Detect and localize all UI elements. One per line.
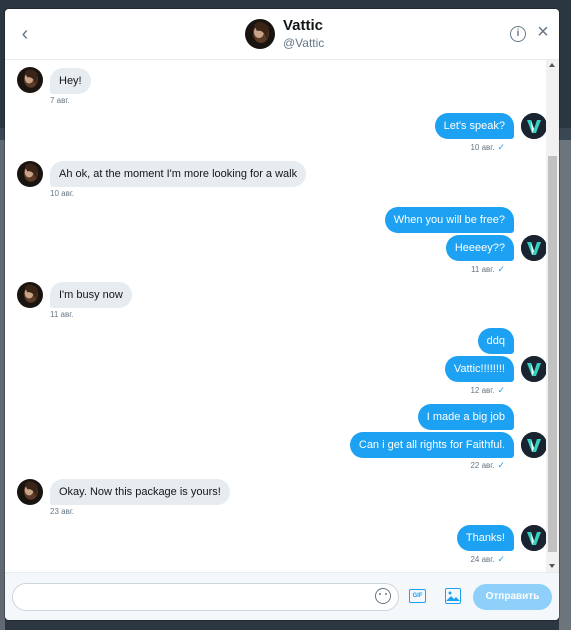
message-timestamp: 11 авг.	[50, 310, 74, 319]
message-timestamp: 10 авг.	[50, 189, 74, 198]
incoming-message[interactable]: Ah ok, at the moment I'm more looking fo…	[50, 161, 307, 187]
own-avatar[interactable]	[521, 356, 546, 382]
outgoing-message[interactable]: I made a big job	[417, 404, 514, 430]
own-avatar[interactable]	[521, 235, 546, 261]
contact-message-avatar[interactable]	[17, 67, 43, 93]
emoji-icon[interactable]	[375, 588, 391, 604]
message-list-scrollbar[interactable]	[546, 60, 559, 572]
message-timestamp: 11 авг. ✓	[471, 264, 505, 274]
own-avatar[interactable]	[521, 113, 546, 139]
own-avatar[interactable]	[521, 432, 546, 458]
image-icon[interactable]	[445, 588, 461, 604]
scrollbar-thumb[interactable]	[548, 156, 557, 552]
outgoing-message[interactable]: Can i get all rights for Faithful.	[349, 432, 514, 458]
close-icon[interactable]: ×	[533, 22, 553, 42]
message-timestamp: 10 авг. ✓	[470, 142, 505, 152]
contact-handle: @Vattic	[283, 36, 325, 50]
incoming-message[interactable]: Hey!	[50, 68, 91, 94]
outgoing-message[interactable]: Thanks!	[456, 525, 514, 551]
message-input[interactable]	[12, 583, 399, 611]
scroll-up-arrow-icon[interactable]	[549, 63, 555, 67]
contact-message-avatar[interactable]	[17, 161, 43, 187]
contact-message-avatar[interactable]	[17, 479, 43, 505]
contact-name: Vattic	[283, 17, 324, 34]
message-timestamp: 23 авг.	[50, 507, 74, 516]
scroll-down-arrow-icon[interactable]	[549, 564, 555, 568]
message-timestamp: 12 авг. ✓	[470, 385, 505, 395]
own-avatar[interactable]	[521, 525, 546, 551]
checkmark-icon: ✓	[497, 142, 505, 152]
checkmark-icon: ✓	[497, 264, 505, 274]
send-button[interactable]: Отправить	[473, 584, 552, 610]
message-composer: GIF Отправить	[5, 572, 559, 620]
message-timestamp: 7 авг.	[50, 96, 70, 105]
message-timestamp: 24 авг. ✓	[470, 554, 505, 564]
outgoing-message[interactable]: ddq	[477, 328, 514, 354]
outgoing-message[interactable]: Vattic!!!!!!!!	[444, 356, 514, 382]
gif-icon[interactable]: GIF	[409, 589, 426, 603]
incoming-message[interactable]: Okay. Now this package is yours!	[50, 479, 230, 505]
contact-avatar[interactable]	[245, 19, 275, 49]
outgoing-message[interactable]: Heeeey??	[445, 235, 514, 261]
chevron-left-icon[interactable]: ‹	[14, 23, 36, 45]
dm-conversation-modal: ‹ Vattic @Vattic i × Hey! 7 авг. Let's s…	[5, 9, 559, 620]
checkmark-icon: ✓	[497, 385, 505, 395]
conversation-header: ‹ Vattic @Vattic i ×	[5, 9, 559, 60]
checkmark-icon: ✓	[497, 460, 505, 470]
info-icon[interactable]: i	[510, 26, 526, 42]
message-timestamp: 22 авг. ✓	[470, 460, 505, 470]
contact-message-avatar[interactable]	[17, 282, 43, 308]
incoming-message[interactable]: I'm busy now	[50, 282, 132, 308]
message-list: Hey! 7 авг. Let's speak? 10 авг. ✓ Ah ok,…	[5, 60, 546, 572]
backdrop-right-panel	[559, 140, 571, 630]
outgoing-message[interactable]: Let's speak?	[434, 113, 514, 139]
outgoing-message[interactable]: When you will be free?	[384, 207, 514, 233]
checkmark-icon: ✓	[497, 554, 505, 564]
